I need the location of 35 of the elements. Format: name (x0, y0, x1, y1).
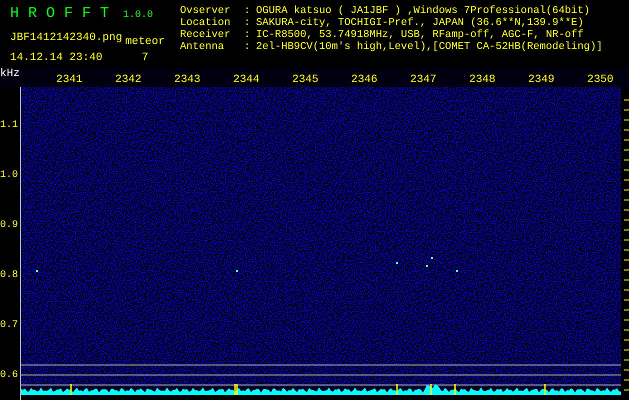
frequency-label: 0.6 (0, 368, 18, 382)
frequency-label: 1.1 (0, 118, 18, 132)
info-value: SAKURA-city, TOCHIGI-Pref., JAPAN (36.6**N,139.9**E) (256, 17, 584, 29)
info-value: OGURA katsuo ( JA1JBF ) ,Windows 7Professional(64bit) (256, 5, 590, 17)
time-label: 2343 (174, 74, 201, 87)
unit-label: kHz (0, 68, 20, 82)
frequency-label: 0.9 (0, 218, 18, 232)
time-label: 2341 (56, 74, 83, 87)
meteor-label: meteor (125, 34, 165, 50)
frequency-label: 0.8 (0, 268, 18, 282)
info-label: Receiver (180, 29, 232, 41)
info-colon: : (244, 41, 252, 53)
app-title: H R O F F T (10, 4, 110, 24)
version-label: 1.0.0 (123, 9, 154, 23)
time-label: 2346 (351, 74, 378, 87)
frequency-label: 1.0 (0, 168, 18, 182)
info-colon: : (244, 5, 252, 17)
time-label: 2349 (528, 74, 555, 87)
time-label: 2350 (587, 74, 614, 87)
info-label: Antenna (180, 41, 226, 53)
info-label: Location (180, 17, 232, 29)
info-colon: : (244, 17, 252, 29)
time-label: 2344 (233, 74, 260, 87)
frequency-label: 0.7 (0, 318, 18, 332)
time-label: 2342 (115, 74, 142, 87)
time-label: 2347 (410, 74, 437, 87)
datetime-label: 14.12.14 23:40 (10, 50, 102, 66)
info-label: Ovserver (180, 5, 232, 17)
info-value: IC-R8500, 53.74918MHz, USB, RFamp-off, AGC-F, NR-off (256, 29, 584, 41)
filename-label: JBF1412142340.png (10, 30, 122, 46)
time-label: 2345 (292, 74, 319, 87)
meteor-count: 7 (142, 50, 148, 66)
info-value: 2el-HB9CV(10m's high,Level),[COMET CA-52HB(Remodeling)] (256, 41, 603, 53)
info-colon: : (244, 29, 252, 41)
time-label: 2348 (469, 74, 496, 87)
